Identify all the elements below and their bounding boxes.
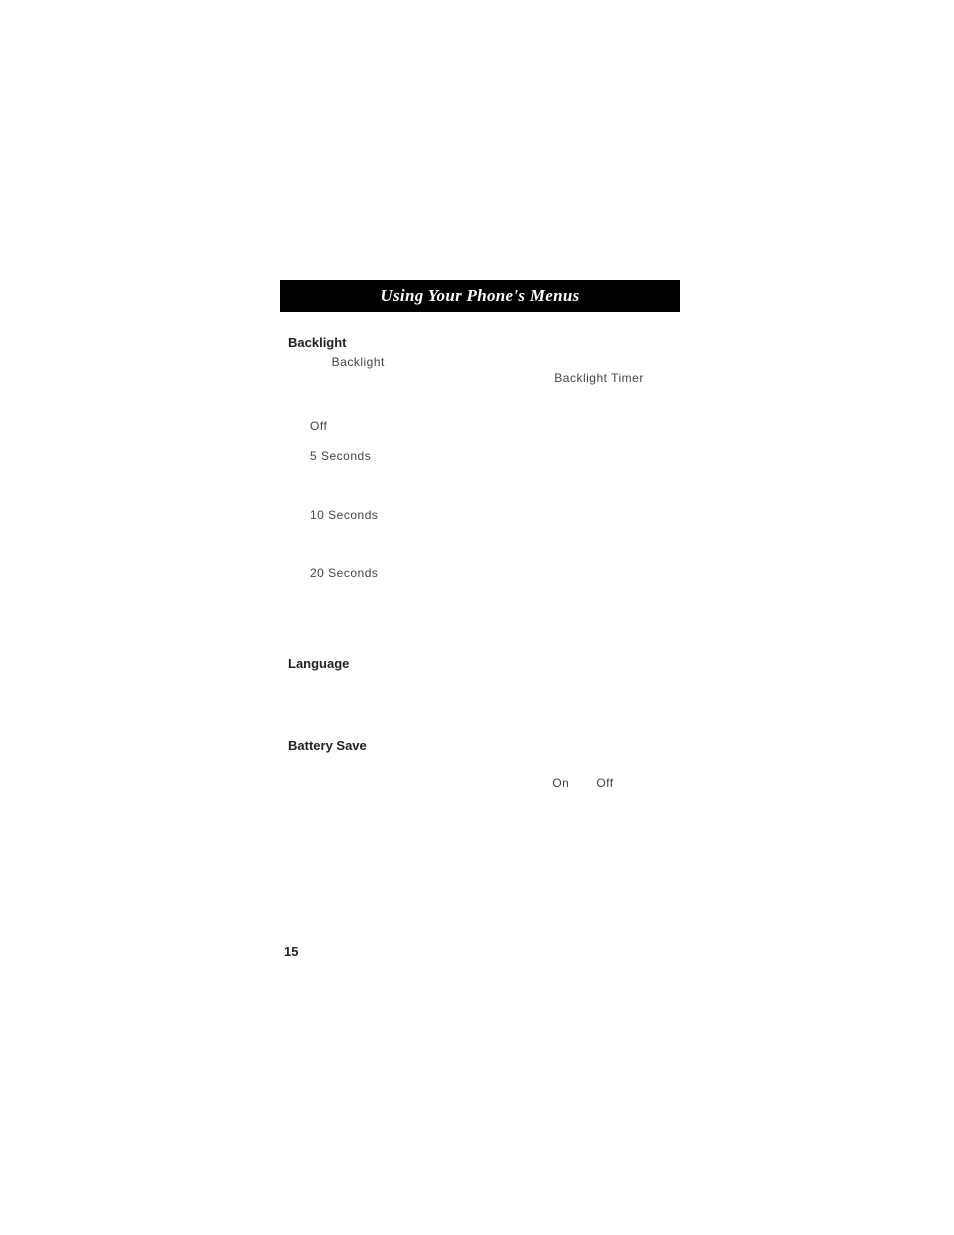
section-heading-battery: Battery Save — [288, 737, 672, 755]
battery-on-token: On — [552, 776, 569, 790]
section-heading-backlight: Backlight — [288, 334, 672, 352]
backlight-options-list: • Off turns the backlight off. • 5 Secon… — [296, 418, 672, 609]
backlight-intro: The Backlight feature controls how long … — [310, 354, 672, 403]
list-item: • 20 Seconds keeps the backlight on for … — [296, 565, 672, 609]
intro-mid: feature controls how long the display — [310, 371, 491, 385]
option-label-5s: 5 Seconds — [310, 449, 371, 463]
page-title-text: Using Your Phone's Menus — [380, 286, 579, 305]
option-label-10s: 10 Seconds — [310, 508, 378, 522]
option-label-off: Off — [310, 419, 327, 433]
bullet-icon: • — [296, 448, 310, 464]
page-number: 15 — [284, 944, 298, 959]
bullet-icon: • — [296, 507, 310, 523]
page-content: Backlight The Backlight feature controls… — [280, 312, 680, 791]
battery-sep: or — [572, 776, 585, 790]
list-item: • Off turns the backlight off. — [296, 418, 672, 434]
language-body: Select the language used for display tex… — [310, 675, 672, 691]
intro-mono-backlight: Backlight — [332, 355, 385, 369]
page-title-bar: Using Your Phone's Menus — [280, 280, 680, 312]
battery-body: Set battery save to On or Off . — [310, 761, 672, 791]
section-heading-language: Language — [288, 655, 672, 673]
option-desc: turns the backlight off. — [330, 419, 439, 433]
bullet-icon: • — [296, 418, 310, 434]
intro-mono-timer: Backlight Timer — [554, 371, 644, 385]
bullet-icon: • — [296, 565, 310, 581]
battery-off-token: Off — [596, 776, 613, 790]
battery-suffix: . — [617, 776, 620, 790]
list-item: • 5 Seconds keeps the backlight on for f… — [296, 448, 672, 492]
list-item: • 10 Seconds keeps the backlight on for … — [296, 507, 672, 551]
battery-prefix: Set battery save to — [310, 776, 401, 790]
option-label-20s: 20 Seconds — [310, 566, 378, 580]
intro-prefix: The — [310, 355, 332, 369]
